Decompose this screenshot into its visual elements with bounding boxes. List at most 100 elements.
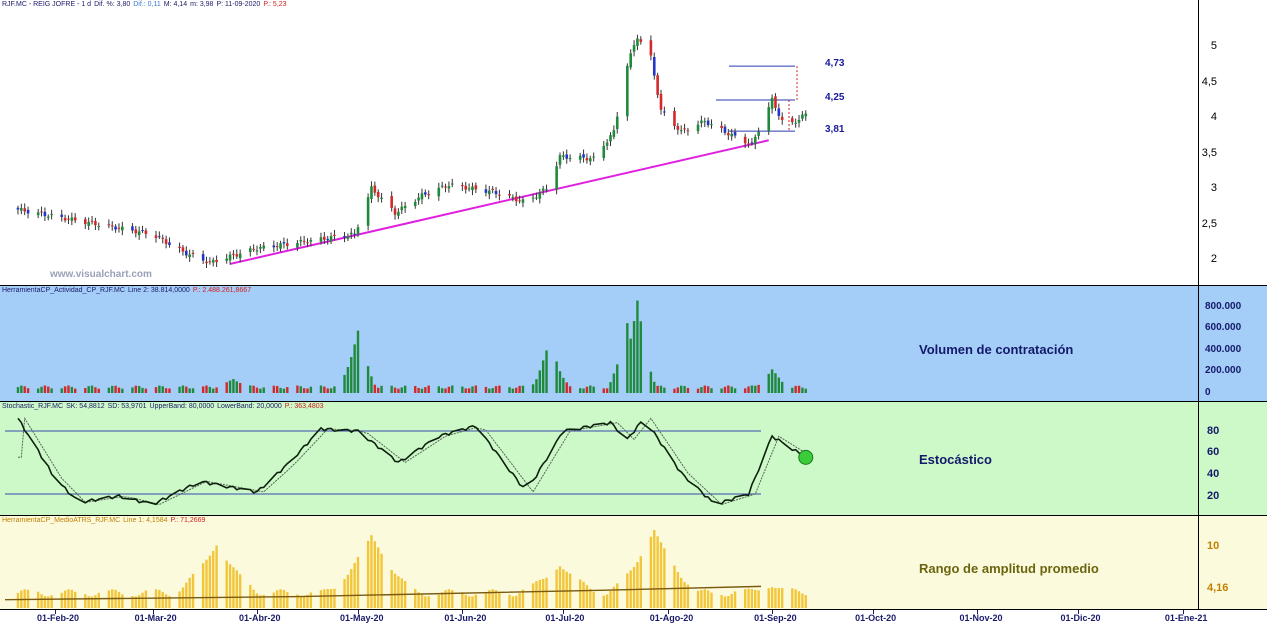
atr-bar: [720, 595, 723, 608]
volume-bar: [201, 386, 205, 393]
candle-body: [562, 155, 565, 157]
candle-body: [440, 185, 444, 187]
candle-body: [158, 236, 161, 238]
volume-bar: [777, 377, 781, 393]
atr-bar: [228, 564, 232, 608]
volume-bar: [653, 381, 656, 393]
volume-bar: [757, 384, 760, 393]
candle-body: [94, 221, 97, 226]
volume-bar: [767, 373, 770, 393]
volume-bar: [585, 386, 589, 393]
candle-body: [73, 217, 77, 221]
candle-body: [296, 243, 299, 248]
volume-header-field: P.: 2.488.261,8667: [192, 287, 252, 294]
candle-body: [471, 186, 474, 191]
atr-bar: [414, 589, 417, 608]
stoch-panel[interactable]: Stochastic_RJF.MC SK: 54,8812 SD: 53,9701 U…: [0, 402, 1198, 516]
atr-y-axis[interactable]: 10 4,16: [1198, 516, 1267, 609]
volume-bar: [521, 385, 525, 393]
candle-body: [491, 188, 494, 190]
atr-bar: [144, 590, 148, 608]
price-header-field: Dif. %: 3,80: [94, 1, 131, 8]
candle-body: [801, 114, 804, 119]
atr-bar: [656, 536, 659, 608]
x-axis[interactable]: 2021 01-Feb-2001-Mar-2001-Abr-2001-May-2…: [0, 609, 1267, 624]
atr-bar: [74, 591, 77, 608]
volume-bar: [801, 387, 804, 393]
atr-bar: [706, 590, 710, 608]
price-header: RJF.MC - REIG JOFRE - 1 d Dif. %: 3,80 Dif…: [2, 0, 290, 10]
x-tick-label: 01-Feb-20: [37, 613, 80, 623]
volume-bar: [117, 387, 121, 393]
volume-bar: [774, 373, 777, 393]
candle-body: [114, 226, 117, 230]
candle-body: [804, 113, 808, 117]
price-tick: 2: [1210, 253, 1217, 265]
candle-body: [609, 135, 612, 142]
atr-bar: [747, 588, 750, 608]
candle-body: [154, 235, 158, 238]
candle-body: [636, 38, 639, 46]
volume-tick: 0: [1205, 387, 1211, 398]
atr-bar: [676, 572, 680, 608]
volume-bar: [343, 374, 346, 393]
volume-bar: [710, 388, 713, 393]
volume-bar: [703, 385, 706, 393]
volume-bar: [272, 385, 276, 393]
volume-bar: [36, 388, 40, 393]
candle-body: [777, 108, 781, 116]
volume-bar: [107, 387, 111, 393]
stoch-header: Stochastic_RJF.MC SK: 54,8812 SD: 53,9701 U…: [2, 402, 327, 412]
volume-bar: [474, 385, 478, 393]
candle-body: [706, 120, 710, 126]
atr-bar: [23, 589, 26, 608]
stoch-header-field: UpperBand: 80,0000: [149, 403, 215, 410]
volume-panel[interactable]: HerramientaCP_Actividad_CP_RJF.MC Line 2:…: [0, 286, 1198, 402]
atr-bar: [40, 594, 43, 608]
volume-bar: [447, 386, 451, 393]
volume-bar: [589, 385, 592, 393]
candle-body: [168, 242, 171, 246]
atr-bar: [545, 577, 548, 608]
volume-bar: [440, 388, 444, 393]
atr-bar: [390, 569, 393, 608]
atr-panel[interactable]: HerramientaCP_MedioATRS_RJF.MC Line 1: 4,…: [0, 516, 1198, 609]
volume-bar: [727, 385, 730, 393]
volume-bar: [706, 386, 710, 393]
candle-body: [531, 197, 535, 199]
atr-bar: [632, 566, 636, 608]
atr-bar: [592, 591, 595, 608]
price-y-axis[interactable]: 5 4,5 4 3,5 3 2,5 2: [1198, 0, 1267, 286]
atr-bar: [326, 588, 329, 608]
volume-bar: [168, 388, 171, 393]
volume-bar: [518, 385, 521, 393]
candle-body: [137, 231, 141, 236]
atr-bar: [185, 582, 188, 608]
volume-bar: [380, 385, 383, 393]
volume-bar: [403, 385, 407, 393]
candle-body: [676, 126, 680, 130]
volume-bar: [461, 386, 464, 393]
volume-bar: [26, 388, 30, 393]
candle-body: [40, 211, 43, 213]
price-header-field: Dif.: 0,11: [133, 1, 161, 8]
atr-bar: [232, 567, 235, 608]
atr-bar: [447, 589, 451, 608]
volume-bar: [238, 383, 242, 393]
stoch-y-axis[interactable]: 80 60 40 20: [1198, 402, 1267, 516]
atr-bar: [579, 579, 582, 608]
atr-bar: [158, 589, 161, 608]
volume-y-axis[interactable]: 800.000 600.000 400.000 200.000 0: [1198, 286, 1267, 402]
level-label-3: 3,81: [825, 124, 845, 135]
volume-bar: [262, 387, 265, 393]
atr-bar: [225, 560, 228, 608]
atr-bar: [302, 596, 306, 608]
atr-bar: [730, 593, 733, 608]
atr-bar: [653, 530, 656, 608]
volume-bar: [181, 385, 185, 393]
atr-bar: [272, 592, 276, 608]
candle-body: [23, 208, 26, 212]
price-panel[interactable]: RJF.MC - REIG JOFRE - 1 d Dif. %: 3,80 Dif…: [0, 0, 1198, 286]
atr-bar: [286, 592, 289, 608]
candle-body: [380, 197, 383, 199]
